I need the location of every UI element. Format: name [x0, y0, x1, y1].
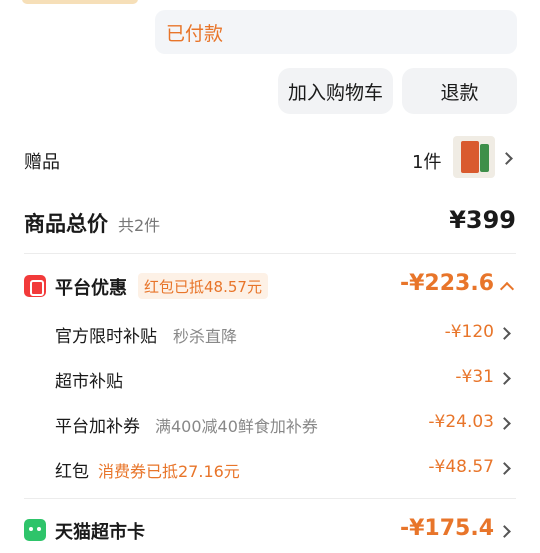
red-packet-badge: 红包已抵48.57元 — [138, 273, 268, 299]
order-status-box: 已付款 — [155, 10, 517, 54]
add-to-cart-label: 加入购物车 — [287, 81, 383, 104]
discount-item-tag: 消费券已抵27.16元 — [98, 462, 240, 481]
gift-quantity: 1件 — [412, 152, 442, 173]
total-label: 商品总价 — [24, 212, 108, 236]
divider — [24, 253, 516, 254]
gift-product-image — [461, 141, 479, 173]
chevron-right-icon[interactable] — [498, 372, 511, 385]
discount-item-label: 红包 — [55, 462, 89, 482]
tmall-card-amount: -¥175.4 — [399, 516, 494, 541]
platform-discount-title: 平台优惠 — [55, 278, 127, 299]
product-card-edge — [22, 0, 138, 4]
refund-button[interactable]: 退款 — [402, 68, 517, 114]
total-price: ¥399 — [449, 206, 516, 234]
discount-item-label: 官方限时补贴 — [55, 327, 157, 347]
chevron-right-icon[interactable] — [498, 462, 511, 475]
discount-item-amount: -¥48.57 — [428, 457, 494, 477]
gift-product-image-side — [480, 144, 489, 172]
red-packet-icon — [24, 275, 46, 297]
chevron-right-icon[interactable] — [500, 152, 513, 165]
discount-item-tag: 满400减40鲜食加补券 — [155, 417, 318, 436]
tmall-card-title: 天猫超市卡 — [55, 522, 145, 543]
discount-item-amount: -¥120 — [444, 322, 494, 342]
gift-label: 赠品 — [24, 152, 60, 173]
tmall-cat-icon — [24, 519, 46, 541]
discount-item-label: 平台加补券 — [55, 417, 140, 437]
chevron-right-icon[interactable] — [498, 417, 511, 430]
divider — [24, 498, 516, 499]
total-count: 共2件 — [118, 216, 161, 235]
discount-item-tag: 秒杀直降 — [173, 327, 238, 346]
refund-label: 退款 — [440, 81, 479, 104]
discount-item-amount: -¥31 — [455, 367, 494, 387]
chevron-right-icon[interactable] — [498, 327, 511, 340]
order-status-label: 已付款 — [166, 22, 224, 45]
discount-item-label: 超市补贴 — [55, 372, 123, 392]
discount-item-amount: -¥24.03 — [428, 412, 494, 432]
platform-discount-amount: -¥223.6 — [399, 271, 494, 296]
chevron-right-icon[interactable] — [498, 525, 511, 538]
gift-thumbnail[interactable] — [453, 136, 495, 178]
add-to-cart-button[interactable]: 加入购物车 — [278, 68, 393, 114]
chevron-up-icon[interactable] — [499, 281, 515, 297]
